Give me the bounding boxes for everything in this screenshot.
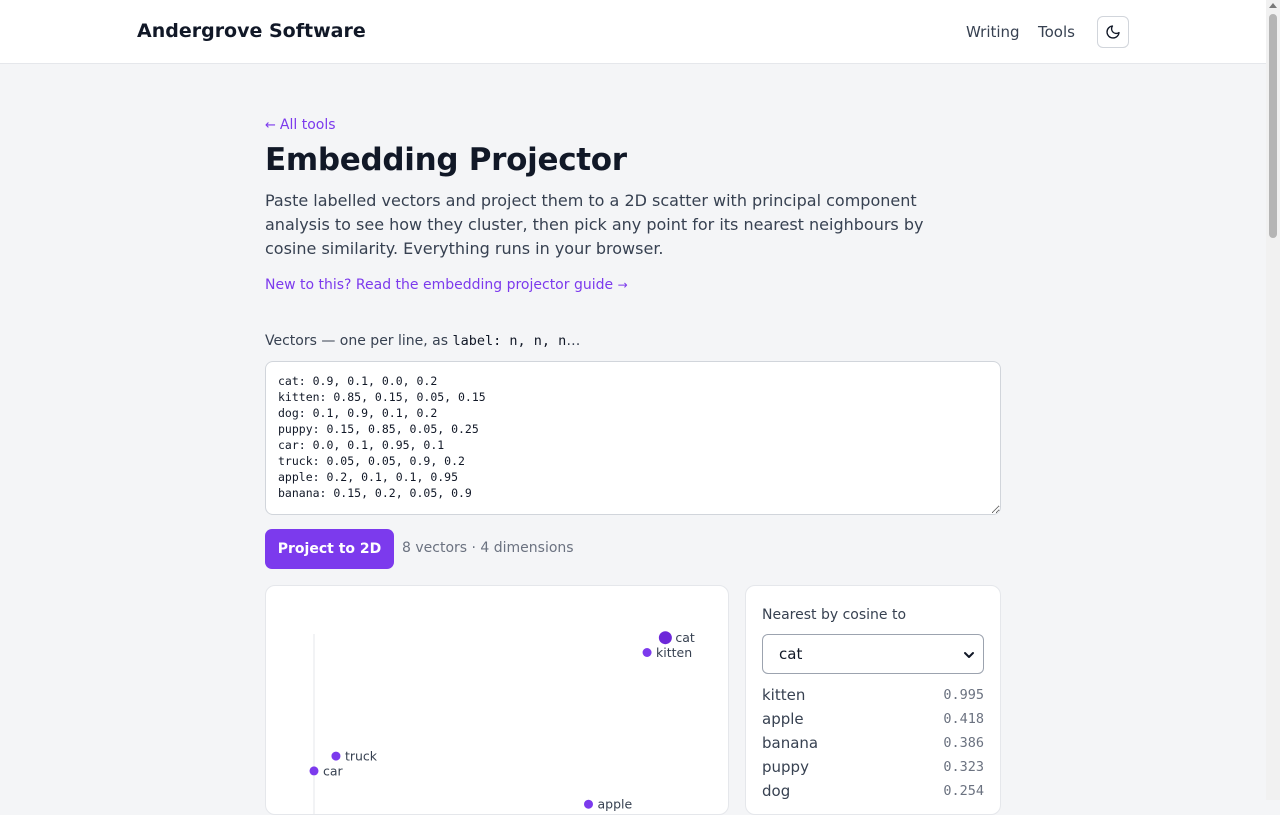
neighbour-label: apple [762,710,804,728]
neighbour-row[interactable]: banana 0.386 [762,734,984,756]
scatter-point-label: car [323,763,344,778]
neighbour-row[interactable]: puppy 0.323 [762,758,984,780]
moon-icon [1106,25,1120,39]
page-scrollbar[interactable] [1266,0,1280,800]
neighbour-score: 0.323 [943,759,984,775]
vectors-label-suffix: … [566,333,581,349]
neighbour-label: banana [762,734,819,752]
back-link-all-tools[interactable]: ← All tools [265,117,336,133]
scatter-point-cat[interactable] [658,631,672,645]
vectors-label-prefix: Vectors — one per line, as [265,333,449,349]
neighbour-row[interactable]: dog 0.254 [762,782,984,804]
scroll-up-arrow-icon[interactable] [1269,3,1277,8]
neighbour-label: dog [762,782,791,800]
project-to-2d-button[interactable]: Project to 2D [265,529,394,569]
vectors-label-format: label: n, n, n [452,333,567,349]
neighbour-score: 0.418 [943,711,984,727]
neighbour-score: 0.254 [943,783,984,799]
neighbour-row[interactable]: apple 0.418 [762,710,984,732]
scatter-point-truck[interactable] [331,751,341,761]
pca-scatter-plot[interactable]: catkitten truckcar apple [266,586,729,815]
nearest-point-select[interactable]: cat [762,634,984,674]
scrollbar-thumb[interactable] [1269,14,1277,238]
theme-toggle-button[interactable] [1097,16,1129,48]
nav-link-writing[interactable]: Writing [966,23,1020,41]
scatter-point-label: truck [345,749,378,764]
selected-point-value: cat [779,645,803,663]
scatter-point-label: kitten [656,645,692,660]
scatter-plot-card: cat kitten truck car apple [265,585,729,815]
page-title: Embedding Projector [265,142,627,178]
neighbour-score: 0.995 [943,687,984,703]
neighbour-score: 0.386 [943,735,984,751]
scatter-point-car[interactable] [309,766,319,776]
nearest-neighbours-card: Nearest by cosine to cat kitten 0.995 appl… [745,585,1001,815]
right-arrow-icon: → [617,278,628,292]
chevron-down-icon [964,652,974,658]
nav-link-tools[interactable]: Tools [1038,23,1075,41]
left-arrow-icon: ← [265,118,276,133]
guide-link[interactable]: New to this? Read the embedding projecto… [265,277,628,293]
guide-link-label: New to this? Read the embedding projecto… [265,277,614,293]
back-link-label: All tools [279,117,336,133]
scatter-point-label: cat [675,630,695,645]
neighbour-row[interactable]: kitten 0.995 [762,686,984,708]
scatter-point-apple[interactable] [584,799,593,809]
vectors-textarea[interactable]: cat: 0.9, 0.1, 0.0, 0.2 kitten: 0.85, 0.… [265,361,1001,515]
scatter-point-label: apple [598,797,633,812]
nearest-neighbours-title: Nearest by cosine to [762,607,907,623]
vectors-input-label: Vectors — one per line, as label: n, n, … [265,333,580,349]
scatter-point-kitten[interactable] [642,648,652,657]
page-description: Paste labelled vectors and project them … [265,191,924,258]
neighbour-label: puppy [762,758,809,776]
top-navigation-bar: Andergrove Software Writing Tools [0,0,1266,64]
vector-stats: 8 vectors · 4 dimensions [402,540,574,556]
neighbour-label: kitten [762,686,806,704]
brand-logo-text[interactable]: Andergrove Software [137,20,366,42]
